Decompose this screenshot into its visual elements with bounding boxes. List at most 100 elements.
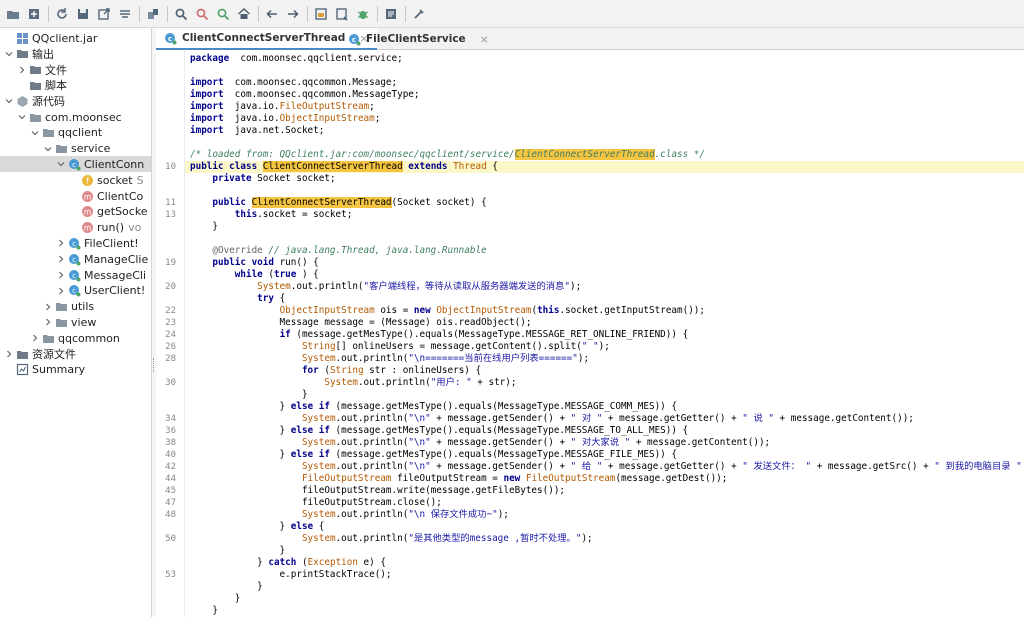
code-line[interactable]: } bbox=[190, 389, 308, 401]
code-line[interactable]: ObjectInputStream ois = new ObjectInputS… bbox=[190, 305, 705, 317]
tab-file-client-service[interactable]: c FileClientService × bbox=[340, 28, 497, 50]
code-line[interactable]: try { bbox=[190, 293, 285, 305]
tree-item[interactable]: m run() vo bbox=[0, 220, 151, 236]
save-button[interactable] bbox=[74, 5, 92, 23]
decompile-button[interactable] bbox=[333, 5, 351, 23]
code-line[interactable]: System.out.println("是其他类型的message ,暂时不处理… bbox=[190, 533, 593, 545]
tree-item[interactable]: 源代码 bbox=[0, 93, 151, 109]
export-button[interactable] bbox=[25, 5, 43, 23]
find-class-button[interactable] bbox=[214, 5, 232, 23]
flatten-button[interactable] bbox=[116, 5, 134, 23]
code-editor[interactable]: package com.moonsec.qqclient.service; imp… bbox=[156, 50, 1024, 617]
chevron-right-icon[interactable] bbox=[56, 254, 66, 264]
tree-item[interactable]: 输出 bbox=[0, 46, 151, 62]
tree-item[interactable]: QQclient.jar bbox=[0, 30, 151, 46]
code-line[interactable]: } else if (message.getMesType().equals(M… bbox=[190, 425, 689, 437]
code-line[interactable]: if (message.getMesType().equals(MessageT… bbox=[190, 329, 689, 341]
refresh-button[interactable] bbox=[53, 5, 71, 23]
code-line[interactable]: while (true ) { bbox=[190, 269, 319, 281]
search-button[interactable] bbox=[172, 5, 190, 23]
chevron-right-icon[interactable] bbox=[30, 333, 40, 343]
code-line[interactable]: } else if (message.getMesType().equals(M… bbox=[190, 449, 677, 461]
code-line[interactable]: } bbox=[190, 605, 218, 617]
home-button[interactable] bbox=[235, 5, 253, 23]
code-line[interactable]: } bbox=[190, 593, 241, 605]
code-line[interactable]: /* loaded from: QQclient.jar:com/moonsec… bbox=[190, 149, 705, 161]
chevron-right-icon[interactable] bbox=[56, 238, 66, 248]
code-line[interactable]: } bbox=[190, 581, 263, 593]
tree-item[interactable]: c MessageCli bbox=[0, 267, 151, 283]
forward-button[interactable] bbox=[284, 5, 302, 23]
code-line[interactable]: import com.moonsec.qqcommon.MessageType; bbox=[190, 89, 420, 101]
export-code-button[interactable] bbox=[95, 5, 113, 23]
tree-item[interactable]: f socket S bbox=[0, 172, 151, 188]
open-button[interactable] bbox=[4, 5, 22, 23]
code-line[interactable]: System.out.println("\n 保存文件成功~"); bbox=[190, 509, 509, 521]
back-button[interactable] bbox=[263, 5, 281, 23]
code-line[interactable]: private Socket socket; bbox=[190, 173, 335, 185]
tree-item[interactable]: 文件 bbox=[0, 62, 151, 78]
code-line[interactable]: package com.moonsec.qqclient.service; bbox=[190, 53, 403, 65]
chevron-down-icon[interactable] bbox=[43, 144, 53, 154]
project-tree[interactable]: QQclient.jar 输出 文件 脚本 源代码 com.moonsec qqclient… bbox=[0, 28, 152, 617]
settings-button[interactable] bbox=[410, 5, 428, 23]
tree-item[interactable]: qqclient bbox=[0, 125, 151, 141]
chevron-right-icon[interactable] bbox=[4, 349, 14, 359]
debug-button[interactable] bbox=[354, 5, 372, 23]
tree-item[interactable]: 资源文件 bbox=[0, 346, 151, 362]
tree-item[interactable]: c ClientConn bbox=[0, 156, 151, 173]
chevron-right-icon[interactable] bbox=[56, 286, 66, 296]
package-button[interactable] bbox=[144, 5, 162, 23]
code-line[interactable]: public void run() { bbox=[190, 257, 318, 269]
code-line[interactable]: public class ClientConnectServerThread e… bbox=[190, 161, 498, 173]
splitter-grip[interactable] bbox=[153, 358, 155, 372]
code-line[interactable]: } else { bbox=[190, 521, 325, 533]
code-line[interactable]: System.out.println("\n=======当前在线用户列表===… bbox=[190, 353, 589, 365]
tree-item[interactable]: c FileClient! bbox=[0, 235, 151, 251]
code-line[interactable]: public ClientConnectServerThread(Socket … bbox=[190, 197, 487, 209]
code-line[interactable]: System.out.println("\n" + message.getSen… bbox=[190, 461, 1024, 473]
code-line[interactable]: System.out.println("\n" + message.getSen… bbox=[190, 413, 914, 425]
code-line[interactable]: this.socket = socket; bbox=[190, 209, 353, 221]
tree-item[interactable]: service bbox=[0, 141, 151, 157]
chevron-right-icon[interactable] bbox=[56, 270, 66, 280]
chevron-down-icon[interactable] bbox=[4, 96, 14, 106]
chevron-down-icon[interactable] bbox=[56, 159, 66, 169]
tree-item[interactable]: m getSocke bbox=[0, 204, 151, 220]
chevron-right-icon[interactable] bbox=[43, 302, 53, 312]
tree-item[interactable]: utils bbox=[0, 299, 151, 315]
code-line[interactable]: @Override // java.lang.Thread, java.lang… bbox=[190, 245, 486, 257]
chevron-right-icon[interactable] bbox=[43, 317, 53, 327]
code-line[interactable]: System.out.println("\n" + message.getSen… bbox=[190, 437, 770, 449]
tree-item[interactable]: c ManageClie bbox=[0, 251, 151, 267]
log-button[interactable] bbox=[382, 5, 400, 23]
tree-item[interactable]: Summary bbox=[0, 362, 151, 378]
tree-item[interactable]: com.moonsec bbox=[0, 109, 151, 125]
code-line[interactable]: import java.net.Socket; bbox=[190, 125, 324, 137]
chevron-right-icon[interactable] bbox=[17, 65, 27, 75]
tree-item[interactable]: m ClientCo bbox=[0, 188, 151, 204]
code-line[interactable]: for (String str : onlineUsers) { bbox=[190, 365, 481, 377]
chevron-down-icon[interactable] bbox=[30, 128, 40, 138]
chevron-down-icon[interactable] bbox=[4, 49, 14, 59]
find-usage-button[interactable] bbox=[193, 5, 211, 23]
code-line[interactable]: System.out.println("客户端线程，等待从读取从服务器端发送的消… bbox=[190, 281, 581, 293]
code-line[interactable]: e.printStackTrace(); bbox=[190, 569, 392, 581]
code-line[interactable]: } catch (Exception e) { bbox=[190, 557, 386, 569]
code-line[interactable]: Message message = (Message) ois.readObje… bbox=[190, 317, 532, 329]
code-line[interactable]: } bbox=[190, 545, 286, 557]
code-line[interactable]: } bbox=[190, 221, 218, 233]
close-icon[interactable]: × bbox=[480, 33, 489, 46]
code-line[interactable]: fileOutputStream.close(); bbox=[190, 497, 442, 509]
code-line[interactable]: FileOutputStream fileOutputStream = new … bbox=[190, 473, 727, 485]
tree-item[interactable]: c UserClient! bbox=[0, 283, 151, 299]
code-line[interactable]: } else if (message.getMesType().equals(M… bbox=[190, 401, 677, 413]
code-line[interactable]: String[] onlineUsers = message.getConten… bbox=[190, 341, 610, 353]
tree-item[interactable]: 脚本 bbox=[0, 77, 151, 93]
deobfuscation-button[interactable] bbox=[312, 5, 330, 23]
tree-item[interactable]: view bbox=[0, 314, 151, 330]
code-line[interactable]: import com.moonsec.qqcommon.Message; bbox=[190, 77, 397, 89]
code-line[interactable]: import java.io.ObjectInputStream; bbox=[190, 113, 380, 125]
code-line[interactable]: fileOutputStream.write(message.getFileBy… bbox=[190, 485, 565, 497]
tree-item[interactable]: qqcommon bbox=[0, 330, 151, 346]
